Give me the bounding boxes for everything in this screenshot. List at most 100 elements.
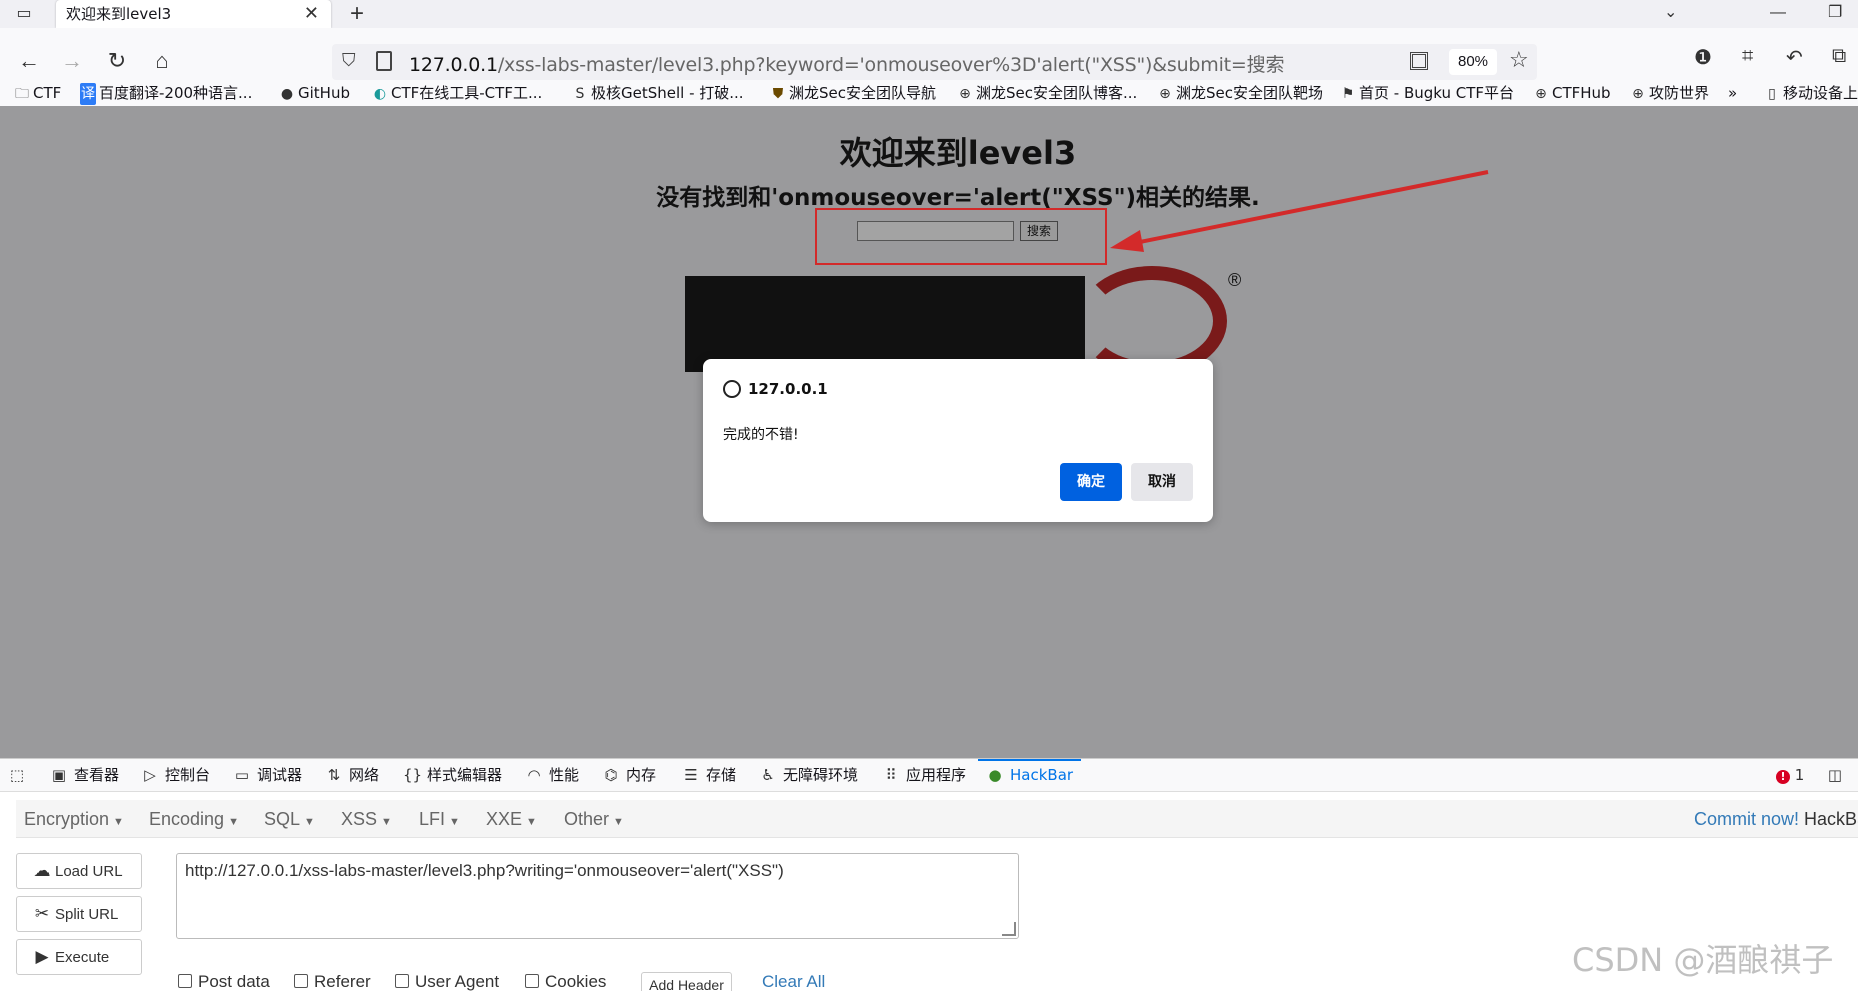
url-text[interactable]: 127.0.0.1/xss-labs-master/level3.php?key… xyxy=(409,50,1284,77)
ok-button[interactable]: 确定 xyxy=(1060,463,1122,501)
menu-lfi[interactable]: LFI ▼ xyxy=(419,809,460,830)
application-icon: ⠿ xyxy=(885,766,897,784)
performance-icon: ◠ xyxy=(527,766,541,784)
bookmark-item[interactable]: S 极核GetShell - 打破... xyxy=(572,82,744,105)
globe-icon: ⊕ xyxy=(1159,86,1171,102)
globe-icon: ⊕ xyxy=(1632,86,1644,102)
crop-icon[interactable]: ⌗ xyxy=(1742,45,1753,68)
bookmark-item[interactable]: ⊕ CTFHub xyxy=(1533,82,1610,105)
tab-performance[interactable]: ◠ 性能 xyxy=(525,759,579,792)
tab-storage[interactable]: ☰ 存储 xyxy=(682,759,736,792)
element-picker-icon[interactable]: ⬚ xyxy=(8,759,32,792)
tab-debugger[interactable]: ▭ 调试器 xyxy=(233,759,302,792)
tab-accessibility[interactable]: ♿ 无障碍环境 xyxy=(759,759,858,792)
browser-tab[interactable]: 欢迎来到level3 ✕ xyxy=(56,0,331,28)
restore-icon[interactable]: ❐ xyxy=(1828,0,1842,26)
flag-icon: ⚑ xyxy=(1341,86,1355,102)
error-icon: ! xyxy=(1776,770,1790,784)
menu-encoding[interactable]: Encoding ▼ xyxy=(149,809,239,830)
bookmark-item[interactable]: ▯ 移动设备上 xyxy=(1764,82,1858,105)
menu-other[interactable]: Other ▼ xyxy=(564,809,624,830)
undo-icon[interactable]: ↶ xyxy=(1786,45,1803,70)
referer-checkbox[interactable]: Referer xyxy=(294,972,371,991)
hackbar-icon: ● xyxy=(988,766,1002,784)
tab-network[interactable]: ⇅ 网络 xyxy=(325,759,379,792)
level-logo xyxy=(685,276,1085,372)
cookies-checkbox[interactable]: Cookies xyxy=(525,972,606,991)
network-icon: ⇅ xyxy=(327,766,341,784)
menu-xxe[interactable]: XXE ▼ xyxy=(486,809,537,830)
chevron-down-icon[interactable]: ⌄ xyxy=(1664,0,1677,26)
cancel-button[interactable]: 取消 xyxy=(1131,463,1193,501)
address-bar[interactable]: ⛉ 127.0.0.1/xss-labs-master/level3.php?k… xyxy=(332,44,1537,80)
caret-down-icon: ▼ xyxy=(526,816,537,828)
dock-side-icon[interactable]: ◫ xyxy=(1826,759,1850,792)
shield-icon[interactable]: ⛉ xyxy=(342,50,356,71)
error-counter[interactable]: ! 1 xyxy=(1776,759,1804,792)
forward-arrow-icon[interactable]: → xyxy=(57,46,87,76)
load-url-button[interactable]: ☁ Load URL xyxy=(16,853,142,889)
reload-icon[interactable]: ↻ xyxy=(102,46,132,76)
bookmarks-bar: 🗀 CTF 译百度翻译-200种语言... ● GitHub ◐ CTF在线工具-CT… xyxy=(0,80,1858,106)
bookmark-item[interactable]: ⛊ 渊龙Sec安全团队导航 xyxy=(770,82,936,105)
menu-encryption[interactable]: Encryption ▼ xyxy=(24,809,124,830)
execute-button[interactable]: ▶ Execute xyxy=(16,939,142,975)
caret-down-icon: ▼ xyxy=(381,816,392,828)
tab-application[interactable]: ⠿ 应用程序 xyxy=(882,759,967,792)
bookmark-item[interactable]: ⊕ 渊龙Sec安全团队靶场 xyxy=(1157,82,1323,105)
page-title: 欢迎来到level3 xyxy=(839,134,1077,172)
home-icon[interactable]: ⌂ xyxy=(147,46,177,76)
bookmark-item[interactable]: ⚑ 首页 - Bugku CTF平台 xyxy=(1340,82,1514,105)
bookmark-item[interactable]: 🗀 CTF xyxy=(14,82,61,105)
console-icon: ▷ xyxy=(144,766,156,784)
resize-grip-icon[interactable] xyxy=(1002,922,1016,936)
menu-xss[interactable]: XSS ▼ xyxy=(341,809,392,830)
tab-inspector[interactable]: ▣ 查看器 xyxy=(50,759,119,792)
extensions-icon[interactable]: ⧉ xyxy=(1832,45,1846,68)
tab-console[interactable]: ▷ 控制台 xyxy=(141,759,210,792)
bookmark-star-icon[interactable]: ☆ xyxy=(1509,47,1529,73)
zoom-level[interactable]: 80% xyxy=(1449,49,1497,75)
bookmark-item[interactable]: ⊕ 攻防世界 xyxy=(1630,82,1709,105)
split-url-button[interactable]: ✂ Split URL xyxy=(16,896,142,932)
hackbar-menu: Encryption ▼ Encoding ▼ SQL ▼ XSS ▼ LFI ▼ XXE… xyxy=(16,800,1858,838)
getshell-icon: S xyxy=(575,86,585,102)
new-tab-icon[interactable]: + xyxy=(350,0,364,28)
bookmark-item[interactable]: ⊕ 渊龙Sec安全团队博客... xyxy=(957,82,1137,105)
clear-all-link[interactable]: Clear All xyxy=(762,972,825,991)
extension-badge-icon[interactable]: ❶ xyxy=(1694,45,1712,70)
menu-sql[interactable]: SQL ▼ xyxy=(264,809,315,830)
bookmark-item[interactable]: ● GitHub xyxy=(279,82,350,105)
user-agent-checkbox[interactable]: User Agent xyxy=(395,972,499,991)
caret-down-icon: ▼ xyxy=(613,816,624,828)
commit-now-link[interactable]: Commit now! HackBa xyxy=(1694,809,1858,830)
more-bookmarks-icon[interactable]: » xyxy=(1728,82,1737,104)
annotation-box xyxy=(815,208,1107,265)
minimize-icon[interactable]: — xyxy=(1770,0,1786,26)
back-arrow-icon[interactable]: ← xyxy=(14,46,44,76)
shield-icon: ⛊ xyxy=(772,86,784,102)
watermark: CSDN @酒酿祺子 xyxy=(1572,941,1834,979)
caret-down-icon: ▼ xyxy=(113,816,124,828)
bookmark-item[interactable]: ◐ CTF在线工具-CTF工... xyxy=(372,82,542,105)
tab-memory[interactable]: ⌬ 内存 xyxy=(602,759,656,792)
tab-style-editor[interactable]: {} 样式编辑器 xyxy=(403,759,502,792)
globe-icon: ⊕ xyxy=(959,86,971,102)
page-info-icon[interactable] xyxy=(376,51,392,71)
dialog-message: 完成的不错! xyxy=(723,427,799,443)
tab-close-icon[interactable]: ✕ xyxy=(304,0,319,28)
bookmark-item[interactable]: 译百度翻译-200种语言... xyxy=(80,82,252,105)
globe-icon xyxy=(723,380,741,398)
qr-code-icon[interactable] xyxy=(1410,52,1428,70)
accessibility-icon: ♿ xyxy=(761,766,775,784)
post-data-checkbox[interactable]: Post data xyxy=(178,972,270,991)
scissors-icon: ✂ xyxy=(34,904,50,923)
github-icon: ● xyxy=(280,86,294,102)
play-icon: ▶ xyxy=(35,947,49,966)
add-header-button[interactable]: Add Header xyxy=(641,972,732,991)
style-editor-icon: {} xyxy=(403,766,423,784)
tab-hackbar[interactable]: ● HackBar xyxy=(978,759,1082,792)
folder-icon: 🗀 xyxy=(15,86,29,102)
tab-list-icon[interactable]: ▭ xyxy=(10,2,38,26)
hackbar-url-input[interactable]: http://127.0.0.1/xss-labs-master/level3.… xyxy=(176,853,1019,939)
